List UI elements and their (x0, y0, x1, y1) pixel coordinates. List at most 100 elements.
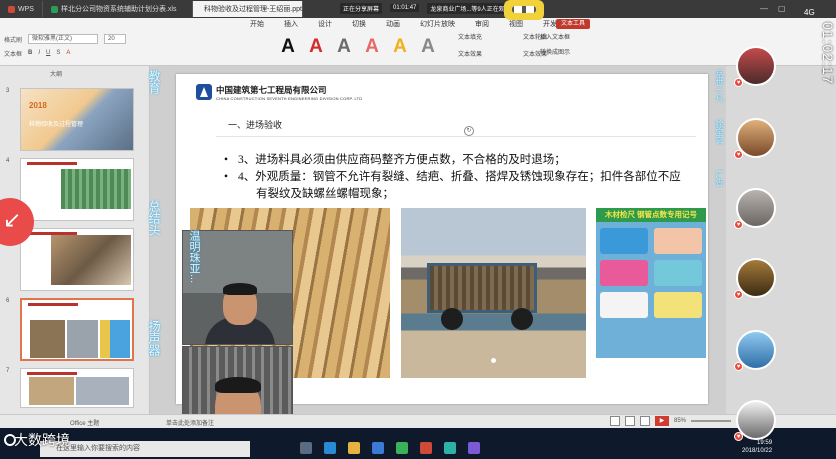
outline-tab[interactable]: 大纲 (0, 66, 149, 78)
rotate-handle-icon[interactable]: ↻ (464, 126, 474, 136)
convert-diagram-button[interactable]: 转换成图示 (540, 47, 600, 56)
tab-presentation[interactable]: 科物验收及过程管理-王绍丽.ppt (192, 1, 303, 17)
textbox-button[interactable]: 文本框 (4, 49, 22, 58)
font-size-select[interactable]: 20 (104, 34, 127, 44)
format-painter-button[interactable]: 格式刷 (4, 35, 22, 44)
thumb-header-bar (27, 372, 77, 375)
text-style-5[interactable]: A (388, 35, 412, 59)
minimize-icon[interactable]: — (760, 4, 768, 13)
slide-thumbnail[interactable] (20, 368, 134, 408)
marker-photo-label: 木材检尺 钢管点数专用记号 (596, 208, 706, 222)
like-icon[interactable]: ♥ (734, 362, 743, 371)
menu-design[interactable]: 设计 (308, 18, 342, 30)
live-timer: 01:02:17 (820, 22, 836, 85)
bold-button[interactable]: B (28, 50, 32, 56)
system-clock[interactable]: 19:59 2018/10/22 (742, 439, 772, 455)
clock-time: 19:59 (757, 440, 773, 446)
menu-insert[interactable]: 插入 (274, 18, 308, 30)
wps-taskbar-icon[interactable] (420, 442, 432, 454)
slide-thumb-row[interactable]: 7 (6, 368, 134, 408)
thumb-photo (61, 169, 131, 209)
ribbon: 开始 插入 设计 切换 动画 幻灯片放映 审阅 视图 开发工具 文本工具 格式刷… (0, 18, 836, 66)
store-icon[interactable] (372, 442, 384, 454)
text-style-gallery: A A A A A A (276, 32, 440, 62)
truck-photo[interactable] (401, 208, 586, 378)
handle-dot (491, 358, 496, 363)
play-icon[interactable]: ▶ (655, 416, 669, 426)
folder-icon[interactable] (348, 442, 360, 454)
thumb-header-bar (27, 162, 77, 165)
like-icon[interactable]: ♥ (734, 290, 743, 299)
insert-textbox-button[interactable]: 插入文本框 (540, 32, 600, 41)
marker-box (600, 292, 648, 318)
share-viewers: 龙泉商业广场...等9人正在观看 (427, 2, 514, 14)
reading-view-icon[interactable] (640, 416, 650, 426)
text-style-6[interactable]: A (416, 35, 440, 59)
like-icon[interactable]: ♥ (734, 150, 743, 159)
bullet-item: 4、外观质量：钢管不允许有裂缝、结疤、折叠、搭焊及锈蚀现象存在；扣件各部位不应 (224, 169, 694, 186)
slide-thumbnail[interactable]: 2018 科物验收及过程管理 (20, 88, 134, 151)
sorter-view-icon[interactable] (625, 416, 635, 426)
zoom-slider[interactable] (691, 420, 732, 422)
marker-box (654, 260, 702, 286)
like-icon[interactable]: ♥ (734, 78, 743, 87)
person-hair (215, 377, 261, 393)
brand-name: 大数跨境 (14, 432, 70, 448)
font-name-select[interactable]: 微软雅黑(正文) (28, 34, 99, 44)
font-color-button[interactable]: A (66, 50, 70, 56)
notes-hint[interactable]: 单击此处添加备注 (166, 418, 214, 427)
share-status: 正在分享屏幕 (340, 2, 383, 14)
header-divider (216, 136, 696, 137)
maximize-icon[interactable]: ▢ (778, 4, 786, 13)
chat-icon[interactable] (396, 442, 408, 454)
text-style-4[interactable]: A (360, 35, 384, 59)
overlay-label-summary: 总结头 (147, 200, 161, 236)
slide-thumb-row[interactable]: 3 2018 科物验收及过程管理 (6, 88, 134, 151)
text-style-3[interactable]: A (332, 35, 356, 59)
status-bar: 单击此处添加备注 Office 主题 ▶ 85% (0, 414, 836, 428)
slide-thumbnail[interactable] (20, 228, 134, 291)
tab-label: WPS (18, 5, 34, 13)
slide-thumbnail-selected[interactable] (20, 298, 134, 361)
text-style-1[interactable]: A (276, 35, 300, 59)
marker-photo[interactable]: 木材检尺 钢管点数专用记号 (596, 208, 706, 358)
text-tools-tab[interactable]: 文本工具 (556, 19, 590, 29)
media-icon[interactable] (444, 442, 456, 454)
side-name-2: 徐宝玄 (715, 120, 724, 144)
task-view-icon[interactable] (300, 442, 312, 454)
menu-transition[interactable]: 切换 (342, 18, 376, 30)
thumb-title: 2018 (29, 101, 47, 110)
overlay-label-name: 温明珠亚... (188, 230, 200, 284)
browser-icon[interactable] (324, 442, 336, 454)
like-icon[interactable]: ♥ (734, 220, 743, 229)
like-icon[interactable]: ♥ (734, 432, 743, 441)
company-logo-icon (196, 84, 212, 100)
menu-slideshow[interactable]: 幻灯片放映 (410, 18, 465, 30)
menu-animation[interactable]: 动画 (376, 18, 410, 30)
text-effect-button[interactable]: 文本效果 (458, 49, 523, 62)
marker-box (600, 228, 648, 254)
normal-view-icon[interactable] (610, 416, 620, 426)
thumb-photo (51, 235, 131, 285)
company-name-en: CHINA CONSTRUCTION SEVENTH ENGINEERING D… (216, 96, 363, 101)
italic-button[interactable]: I (38, 50, 40, 56)
section-title[interactable]: 一、进场验收 (228, 118, 282, 131)
slide-thumbnail[interactable] (20, 158, 134, 221)
menu-home[interactable]: 开始 (240, 18, 274, 30)
slide-thumb-row[interactable]: 6 (6, 298, 134, 361)
overlay-label-edu: 教育 (147, 70, 161, 94)
text-style-2[interactable]: A (304, 35, 328, 59)
underline-button[interactable]: U (46, 50, 50, 56)
tab-spreadsheet[interactable]: 样北分公司物资系统辅助计划分表.xls (43, 1, 193, 17)
marker-box (654, 292, 702, 318)
zoom-level[interactable]: 85% (674, 418, 686, 424)
insert-group: 插入文本框 转换成图示 (540, 32, 600, 56)
menu-review[interactable]: 审阅 (465, 18, 499, 30)
bullet-list[interactable]: 3、进场料具必须由供应商码整齐方便点数，不合格的及时退场； 4、外观质量：钢管不… (224, 152, 694, 203)
taskbar-search[interactable]: 在这里输入你要搜索的内容 (40, 441, 250, 457)
app-icon[interactable] (468, 442, 480, 454)
slide-number: 3 (6, 88, 10, 94)
strike-button[interactable]: S (56, 50, 60, 56)
tab-wps[interactable]: WPS (0, 1, 43, 17)
text-fill-button[interactable]: 文本填充 (458, 32, 523, 45)
